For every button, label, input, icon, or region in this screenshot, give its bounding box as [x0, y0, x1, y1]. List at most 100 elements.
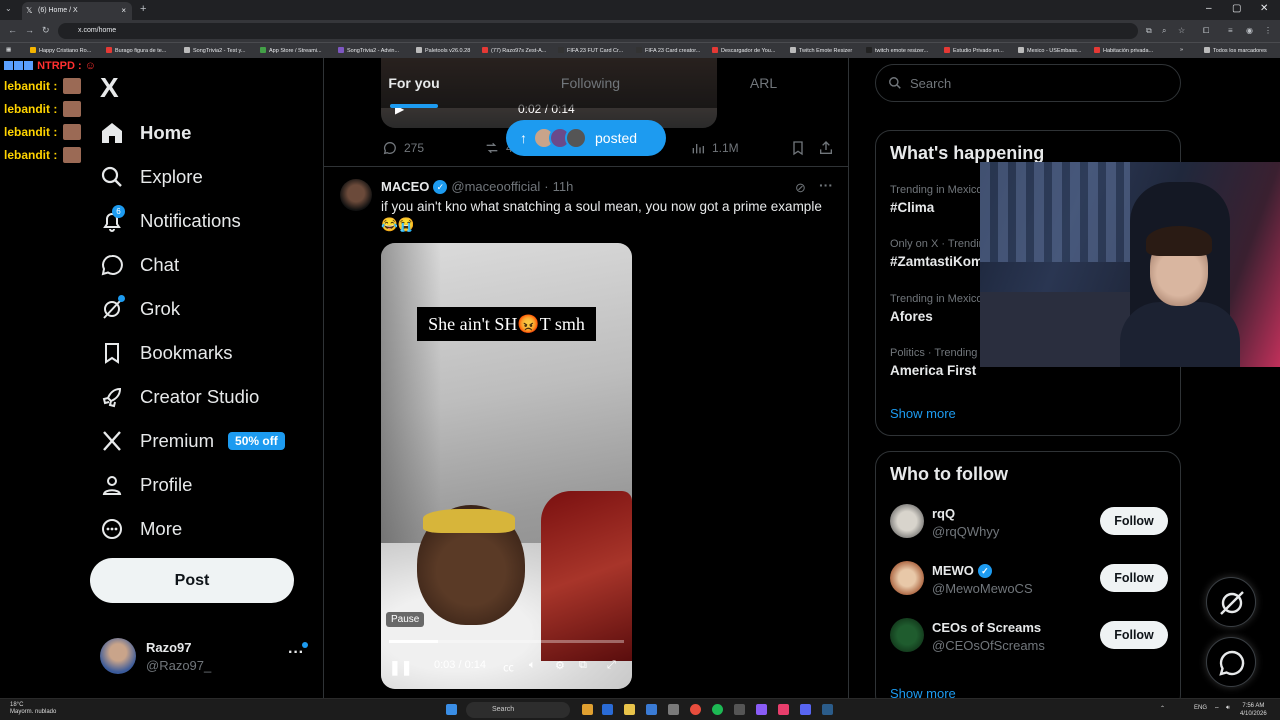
- taskbar-app-icon[interactable]: [624, 704, 635, 715]
- follow-button[interactable]: Follow: [1100, 564, 1168, 592]
- search-input[interactable]: Search: [875, 64, 1181, 102]
- nav-profile[interactable]: Profile: [100, 465, 192, 505]
- bookmark-item[interactable]: SongTrivia2 - Advin...: [338, 47, 399, 54]
- new-posts-pill[interactable]: ↑ posted: [506, 120, 666, 156]
- reload-icon[interactable]: ↻: [42, 25, 50, 36]
- bookmark-item[interactable]: twitch emote resizer...: [866, 47, 928, 54]
- bookmark-item[interactable]: SongTrivia2 - Test y...: [184, 47, 245, 54]
- bookmark-item[interactable]: Burago figura de te...: [106, 47, 166, 54]
- pip-icon[interactable]: ⧉: [579, 659, 587, 672]
- taskbar-app-icon[interactable]: [756, 704, 767, 715]
- video-player[interactable]: She ain't SH😡T smh Pause ❚❚ 0:03 / 0:14 …: [381, 243, 632, 689]
- grok-floating-button[interactable]: [1206, 577, 1256, 627]
- tab-for-you[interactable]: For you: [324, 58, 504, 108]
- network-icon[interactable]: ⌔: [1214, 705, 1220, 713]
- tweet-time[interactable]: 11h: [553, 179, 574, 194]
- nav-premium[interactable]: Premium 50% off: [100, 421, 285, 461]
- fullscreen-icon[interactable]: ⤢: [607, 659, 616, 672]
- follow-suggestion[interactable]: MEWO ✓ @MewoMewoCS Follow: [890, 561, 1170, 601]
- tray-overflow-icon[interactable]: ⌃: [1160, 705, 1165, 712]
- avatar[interactable]: [340, 179, 372, 211]
- tweet[interactable]: MACEO ✓ @maceoofficial · 11h ⊘ ··· if yo…: [324, 167, 848, 698]
- chat-floating-button[interactable]: [1206, 637, 1256, 687]
- bookmark-item[interactable]: Mexico - USEmbass...: [1018, 47, 1081, 54]
- taskbar-app-icon[interactable]: [582, 704, 593, 715]
- bookmarks-folder[interactable]: Todos los marcadores: [1204, 47, 1267, 54]
- new-tab-button[interactable]: +: [140, 3, 146, 15]
- discord-icon[interactable]: [800, 704, 811, 715]
- views-button[interactable]: 1.1M: [690, 140, 739, 156]
- steam-icon[interactable]: [822, 704, 833, 715]
- taskbar-search[interactable]: Search: [466, 702, 570, 718]
- taskbar-app-icon[interactable]: [668, 704, 679, 715]
- nav-chat[interactable]: Chat: [100, 245, 179, 285]
- chrome-icon[interactable]: [690, 704, 701, 715]
- nav-explore[interactable]: Explore: [100, 157, 203, 197]
- profile-icon[interactable]: ◉: [1246, 26, 1253, 35]
- nav-creator-studio[interactable]: Creator Studio: [100, 377, 259, 417]
- volume-icon[interactable]: 🔈︎: [529, 659, 536, 672]
- show-more-link[interactable]: Show more: [890, 406, 956, 421]
- media-icon[interactable]: ≡: [1228, 26, 1233, 35]
- nav-notifications[interactable]: 6 Notifications: [100, 201, 241, 241]
- bookmark-item[interactable]: Happy Cristiano Ro...: [30, 47, 91, 54]
- share-button[interactable]: [818, 140, 834, 156]
- address-bar[interactable]: x.com/home: [58, 23, 1138, 39]
- bookmark-button[interactable]: [790, 140, 806, 156]
- follow-suggestion[interactable]: rqQ @rqQWhyy Follow: [890, 504, 1170, 544]
- captions-icon[interactable]: ㏄: [503, 659, 514, 675]
- nav-grok[interactable]: Grok: [100, 289, 180, 329]
- bookmarks-overflow-icon[interactable]: »: [1180, 47, 1183, 53]
- bookmark-item[interactable]: (77) Razo97s Zest-A...: [482, 47, 546, 54]
- post-button[interactable]: Post: [90, 558, 294, 603]
- volume-icon[interactable]: 🔊︎: [1226, 705, 1230, 712]
- taskbar-app-icon[interactable]: [602, 704, 613, 715]
- bookmark-item[interactable]: FIFA 23 Card creator...: [636, 47, 700, 54]
- follow-button[interactable]: Follow: [1100, 621, 1168, 649]
- bookmark-item[interactable]: Estudio Privado en...: [944, 47, 1004, 54]
- follow-button[interactable]: Follow: [1100, 507, 1168, 535]
- tab-following[interactable]: Following: [504, 58, 677, 108]
- bookmark-item[interactable]: FIFA 23 FUT Card Cr...: [558, 47, 623, 54]
- browser-tab[interactable]: 𝕏 (6) Home / X ×: [22, 2, 132, 20]
- author-handle[interactable]: @maceoofficial: [451, 179, 540, 194]
- star-icon[interactable]: ☆: [1178, 26, 1185, 35]
- language-indicator[interactable]: ENG: [1194, 705, 1207, 711]
- cast-icon[interactable]: ⧉: [1146, 26, 1152, 36]
- tab-arl[interactable]: ARL: [677, 58, 848, 108]
- weather-widget[interactable]: 18°C Mayorm. nublado: [10, 702, 56, 716]
- forward-icon[interactable]: →: [25, 25, 34, 35]
- back-icon[interactable]: ←: [8, 25, 17, 35]
- maximize-icon[interactable]: ▢: [1232, 3, 1241, 14]
- bookmark-item[interactable]: Descargador de You...: [712, 47, 775, 54]
- more-horizontal-icon[interactable]: ···: [819, 177, 833, 193]
- grok-icon[interactable]: ⊘: [795, 180, 806, 196]
- bookmark-item[interactable]: Habitación privada...: [1094, 47, 1153, 54]
- bookmark-item[interactable]: App Store / Streami...: [260, 47, 322, 54]
- chrome-menu-icon[interactable]: ⋮: [1264, 26, 1272, 35]
- extensions-icon[interactable]: ⧠: [1203, 26, 1209, 36]
- taskbar-app-icon[interactable]: [646, 704, 657, 715]
- clock[interactable]: 7:56 AM 4/10/2026: [1240, 702, 1267, 718]
- follow-suggestion[interactable]: CEOs of Screams @CEOsOfScreams Follow: [890, 618, 1170, 658]
- start-icon[interactable]: [446, 704, 457, 715]
- spotify-icon[interactable]: [712, 704, 723, 715]
- video-progress-bar[interactable]: [389, 640, 624, 643]
- bookmark-item[interactable]: Paletools v26.0.28: [416, 47, 470, 54]
- close-tab-icon[interactable]: ×: [121, 6, 126, 15]
- taskbar-app-icon[interactable]: [778, 704, 789, 715]
- pause-icon[interactable]: ❚❚: [389, 659, 412, 676]
- author-name[interactable]: MACEO: [381, 179, 429, 194]
- apps-icon[interactable]: ▦: [6, 47, 11, 53]
- nav-home[interactable]: Home: [100, 113, 191, 153]
- settings-icon[interactable]: ⚙: [555, 659, 565, 672]
- minimize-icon[interactable]: –: [1206, 3, 1212, 14]
- bookmark-item[interactable]: Twitch Emote Resizer: [790, 47, 852, 54]
- close-window-icon[interactable]: ✕: [1260, 3, 1268, 14]
- reply-button[interactable]: 275: [382, 140, 424, 156]
- zoom-icon[interactable]: ⌕: [1162, 26, 1166, 36]
- nav-more[interactable]: More: [100, 509, 182, 549]
- account-switcher[interactable]: Razo97 @Razo97_ ···: [100, 638, 320, 678]
- nav-bookmarks[interactable]: Bookmarks: [100, 333, 233, 373]
- x-logo-icon[interactable]: X: [100, 72, 119, 104]
